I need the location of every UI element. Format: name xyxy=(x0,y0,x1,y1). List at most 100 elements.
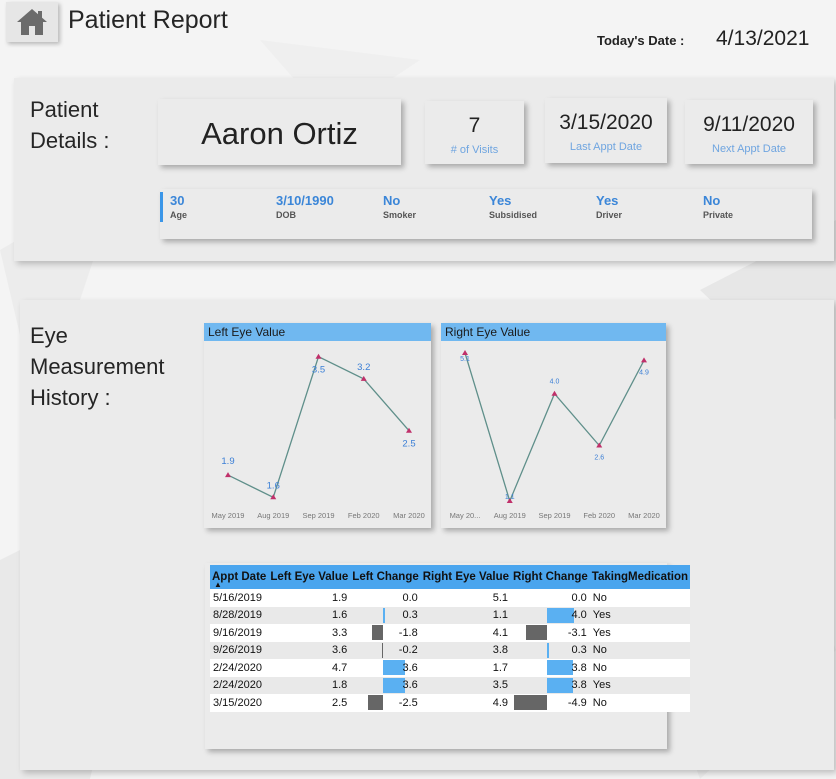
table-row: 2/24/2020 4.7 3.6 1.7 3.8 No xyxy=(210,659,691,677)
todays-date-value: 4/13/2021 xyxy=(716,27,810,50)
col-right-eye-value[interactable]: Right Eye Value xyxy=(420,565,512,589)
eye-history-table-card: Appt Date ▲ Left Eye Value Left Change Ri… xyxy=(205,563,691,749)
page-title: Patient Report xyxy=(68,6,228,34)
cell-taking-medication: Yes xyxy=(589,606,691,624)
cell-taking-medication: Yes xyxy=(589,676,691,694)
col-left-change[interactable]: Left Change xyxy=(350,565,421,589)
cell-appt-date: 5/16/2019 xyxy=(210,589,269,607)
negative-change-bar xyxy=(372,625,384,640)
x-tick-label: Feb 2020 xyxy=(583,511,615,520)
left-eye-chart[interactable]: 1.9 May 2019 1.6 Aug 2019 3.5 Sep 2019 3.2 Feb … xyxy=(204,323,431,528)
cell-right-eye-value: 1.7 xyxy=(420,659,512,677)
next-appt-card: 9/11/2020 Next Appt Date xyxy=(685,100,813,164)
patient-name: Aaron Ortiz xyxy=(201,116,358,151)
cell-left-eye-value: 1.6 xyxy=(268,606,351,624)
patient-attributes-strip: 30 Age 3/10/1990 DOB No Smoker Yes Subsi… xyxy=(160,189,812,239)
table-row: 2/24/2020 1.8 3.6 3.5 3.8 Yes xyxy=(210,676,691,694)
cell-taking-medication: Yes xyxy=(589,624,691,642)
eye-history-title: Eye Measurement History : xyxy=(30,323,165,410)
change-value: 0.3 xyxy=(402,609,418,622)
attr-driver-value: Yes xyxy=(596,193,619,208)
data-point[interactable] xyxy=(551,390,558,396)
cell-taking-medication: No xyxy=(589,659,691,677)
col-right-change[interactable]: Right Change xyxy=(511,565,590,589)
last-appt-label: Last Appt Date xyxy=(569,141,643,153)
cell-left-change: 3.6 xyxy=(350,676,421,694)
cell-right-change: -3.1 xyxy=(511,624,590,642)
col-taking-medication[interactable]: TakingMedication xyxy=(589,565,691,589)
cell-right-eye-value: 3.8 xyxy=(420,641,512,659)
cell-taking-medication: No xyxy=(589,641,691,659)
todays-date-label: Today's Date : xyxy=(597,33,685,48)
last-appt-value: 3/15/2020 xyxy=(559,111,653,134)
cell-appt-date: 9/16/2019 xyxy=(210,624,269,642)
change-value: 0.0 xyxy=(571,591,587,604)
attr-smoker: No Smoker xyxy=(383,193,416,220)
x-tick-label: Mar 2020 xyxy=(628,511,660,520)
x-tick-label: Mar 2020 xyxy=(393,511,425,520)
cell-right-eye-value: 4.9 xyxy=(420,694,512,712)
attribute-accent-bar xyxy=(160,192,163,222)
cell-right-eye-value: 5.1 xyxy=(420,589,512,607)
negative-change-bar xyxy=(514,695,548,710)
positive-change-bar xyxy=(383,607,386,623)
change-value: 0.0 xyxy=(402,591,418,604)
eye-history-table: Appt Date ▲ Left Eye Value Left Change Ri… xyxy=(210,565,691,712)
cell-right-change: 0.3 xyxy=(511,641,590,659)
next-appt-label: Next Appt Date xyxy=(712,143,786,155)
data-label: 5.1 xyxy=(460,356,470,363)
visits-label: # of Visits xyxy=(450,144,499,156)
data-point[interactable] xyxy=(225,472,231,478)
right-eye-chart[interactable]: 5.1 May 20... 1.1 Aug 2019 4.0 Sep 2019 2.6 Feb… xyxy=(441,323,666,528)
sort-ascending-icon: ▲ xyxy=(214,580,222,589)
cell-left-eye-value: 3.6 xyxy=(268,641,351,659)
attr-subsidised: Yes Subsidised xyxy=(489,193,537,220)
cell-right-eye-value: 1.1 xyxy=(420,606,512,624)
right-eye-chart-plot: 5.1 May 20... 1.1 Aug 2019 4.0 Sep 2019 2.6 Feb… xyxy=(450,350,660,520)
col-appt-date[interactable]: Appt Date ▲ xyxy=(210,565,269,589)
change-value: 3.6 xyxy=(402,661,418,674)
visits-value: 7 xyxy=(468,114,481,137)
cell-appt-date: 2/24/2020 xyxy=(210,676,269,694)
data-label: 1.6 xyxy=(267,480,280,491)
col-left-eye-value[interactable]: Left Eye Value xyxy=(268,565,351,589)
data-point[interactable] xyxy=(641,357,647,363)
x-tick-label: May 2019 xyxy=(212,511,245,520)
home-button[interactable] xyxy=(6,2,58,42)
x-tick-label: Aug 2019 xyxy=(257,511,289,520)
table-header-row: Appt Date ▲ Left Eye Value Left Change Ri… xyxy=(210,565,691,589)
change-value: 3.8 xyxy=(571,679,587,692)
positive-change-bar xyxy=(547,660,573,675)
change-value: 3.6 xyxy=(402,679,418,692)
data-point[interactable] xyxy=(315,353,322,359)
attr-subsidised-value: Yes xyxy=(489,193,512,208)
x-tick-label: Feb 2020 xyxy=(348,511,380,520)
cell-left-change: -0.2 xyxy=(350,641,421,659)
attr-private: No Private xyxy=(703,193,733,220)
attr-subsidised-label: Subsidised xyxy=(489,210,538,220)
attr-driver: Yes Driver xyxy=(596,193,622,220)
cell-left-change: 0.0 xyxy=(350,589,421,607)
cell-appt-date: 2/24/2020 xyxy=(210,659,269,677)
positive-change-bar xyxy=(547,642,550,658)
home-icon xyxy=(17,9,47,35)
data-label: 4.0 xyxy=(550,379,560,386)
data-label: 1.9 xyxy=(221,456,234,467)
table-row: 9/26/2019 3.6 -0.2 3.8 0.3 No xyxy=(210,641,691,659)
attr-age: 30 Age xyxy=(170,193,187,220)
cell-right-change: 4.0 xyxy=(511,606,590,624)
data-label: 3.5 xyxy=(312,365,325,376)
x-tick-label: Aug 2019 xyxy=(494,511,526,520)
data-point[interactable] xyxy=(462,350,468,355)
change-value: 0.3 xyxy=(571,644,587,657)
cell-taking-medication: No xyxy=(589,694,691,712)
cell-right-change: 0.0 xyxy=(511,589,590,607)
cell-right-change: 3.8 xyxy=(511,676,590,694)
cell-right-eye-value: 3.5 xyxy=(420,676,512,694)
cell-left-eye-value: 2.5 xyxy=(268,694,351,712)
cell-left-change: 0.3 xyxy=(350,606,421,624)
next-appt-value: 9/11/2020 xyxy=(703,113,795,136)
cell-right-change: -4.9 xyxy=(511,694,590,712)
data-label: 1.1 xyxy=(505,494,515,501)
attr-age-label: Age xyxy=(170,210,188,220)
